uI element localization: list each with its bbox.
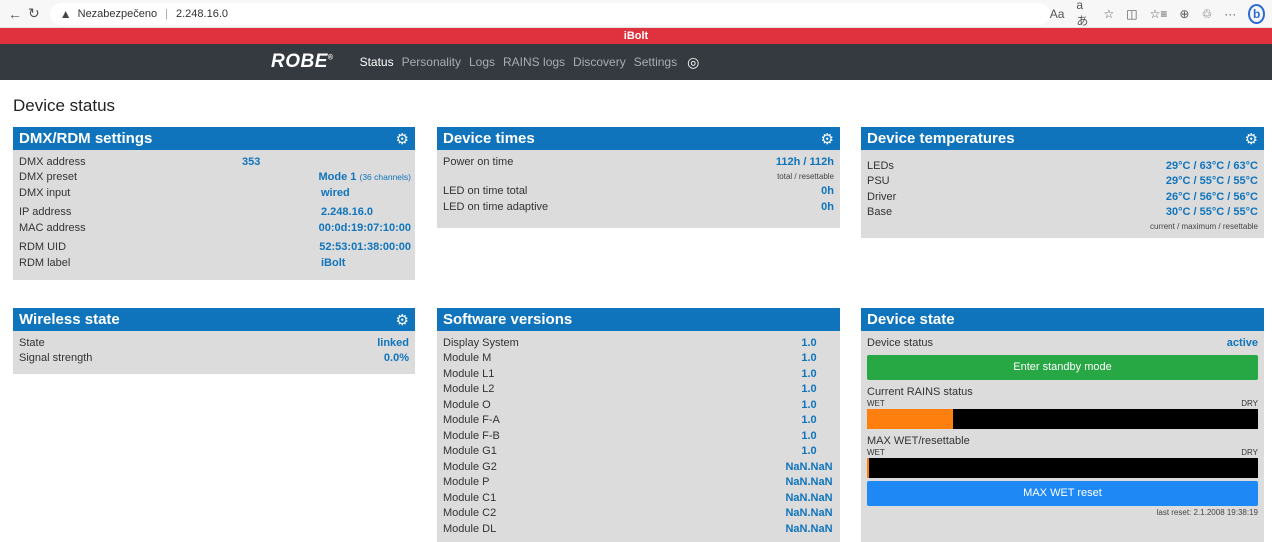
main-nav: ROBE® Status Personality Logs RAINS logs… xyxy=(0,44,1272,80)
reload-icon[interactable]: ↻ xyxy=(28,5,40,22)
gear-icon[interactable]: ⚙ xyxy=(1245,130,1258,148)
address-separator: | xyxy=(165,7,168,20)
software-row: Module M 1.0 xyxy=(443,352,817,365)
eye-icon[interactable]: ◎ xyxy=(687,54,699,71)
temps-note: current / maximum / resettable xyxy=(1149,222,1258,231)
back-arrow-icon[interactable]: ← xyxy=(8,6,22,22)
dmx-row-rdm-uid: RDM UID 52:53:01:38:00:00 xyxy=(19,241,411,254)
nav-status[interactable]: Status xyxy=(360,55,394,69)
nav-logs[interactable]: Logs xyxy=(469,55,495,69)
temp-row-leds: LEDs 29°C / 63°C / 63°C xyxy=(867,159,1258,172)
times-panel-header: Device times ⚙ xyxy=(437,127,840,150)
software-row: Module P NaN.NaN xyxy=(443,476,833,489)
software-row: Module G2 NaN.NaN xyxy=(443,460,833,473)
collections-icon[interactable]: ⊕ xyxy=(1179,7,1189,21)
temps-panel-title: Device temperatures xyxy=(867,130,1015,147)
temps-panel-header: Device temperatures ⚙ xyxy=(861,127,1264,150)
gear-icon[interactable]: ⚙ xyxy=(396,130,409,148)
read-aloud-icon[interactable]: Aa xyxy=(1050,7,1065,21)
page-title: Device status xyxy=(13,96,116,115)
dmx-row-input: DMX input wired xyxy=(19,186,350,199)
gear-icon[interactable]: ⚙ xyxy=(396,311,409,329)
software-row: Module L1 1.0 xyxy=(443,367,817,380)
software-row: Module DL NaN.NaN xyxy=(443,522,833,535)
software-panel: Software versions Display System 1.0 Modul… xyxy=(437,308,840,542)
nav-personality[interactable]: Personality xyxy=(402,55,461,69)
nav-settings[interactable]: Settings xyxy=(634,55,677,69)
software-row: Module G1 1.0 xyxy=(443,445,817,458)
split-screen-icon[interactable]: ◫ xyxy=(1126,7,1137,21)
bing-icon[interactable]: b xyxy=(1248,3,1266,24)
device-name-bar: iBolt xyxy=(0,28,1272,44)
software-row: Module O 1.0 xyxy=(443,398,817,411)
rains-scale: WET DRY xyxy=(867,398,1258,408)
nav-rains-logs[interactable]: RAINS logs xyxy=(503,55,565,69)
dmx-panel-title: DMX/RDM settings xyxy=(19,130,153,147)
times-panel: Device times ⚙ Power on time 112h / 112h … xyxy=(437,127,840,228)
led-total-row: LED on time total 0h xyxy=(443,185,834,198)
max-wet-bar xyxy=(867,457,1258,478)
power-on-row: Power on time 112h / 112h xyxy=(443,155,834,168)
power-on-note: total / resettable xyxy=(777,171,834,181)
max-wet-label: MAX WET/resettable xyxy=(867,434,970,447)
browser-toolbar: ← ↻ ▲ Nezabezpečeno | 2.248.16.0 Aa aあ ☆… xyxy=(0,0,1272,28)
wireless-panel-title: Wireless state xyxy=(19,311,120,328)
software-panel-title: Software versions xyxy=(443,311,573,328)
favorites-icon[interactable]: ☆≡ xyxy=(1150,7,1168,21)
rains-fill xyxy=(867,408,954,429)
dmx-row-preset: DMX preset Mode 1 (36 channels) xyxy=(19,171,411,184)
dmx-row-address: DMX address 353 xyxy=(19,155,261,168)
dmx-row-ip: IP address 2.248.16.0 xyxy=(19,206,373,219)
led-adaptive-row: LED on time adaptive 0h xyxy=(443,200,834,213)
last-reset-text: last reset: 2.1.2008 19:38:19 xyxy=(1156,507,1258,517)
standby-button[interactable]: Enter standby mode xyxy=(867,354,1258,380)
rains-bar xyxy=(867,408,1258,429)
max-wet-scale: WET DRY xyxy=(867,447,1258,457)
max-wet-fill xyxy=(867,457,870,478)
warning-icon: ▲ xyxy=(59,6,72,21)
temp-row-driver: Driver 26°C / 56°C / 56°C xyxy=(867,190,1258,203)
temps-panel: Device temperatures ⚙ LEDs 29°C / 63°C / … xyxy=(861,127,1264,238)
wireless-panel: Wireless state ⚙ State linked Signal stre… xyxy=(13,308,415,374)
software-row: Module F-A 1.0 xyxy=(443,414,817,427)
dmx-panel: DMX/RDM settings ⚙ DMX address 353 DMX pr… xyxy=(13,127,415,280)
robe-logo: ROBE® xyxy=(271,51,334,72)
wireless-row-signal: Signal strength 0.0% xyxy=(19,352,409,365)
software-row: Module L2 1.0 xyxy=(443,383,817,396)
more-icon[interactable]: ··· xyxy=(1224,7,1236,21)
dmx-row-mac: MAC address 00:0d:19:07:10:00 xyxy=(19,221,411,234)
software-row: Module C2 NaN.NaN xyxy=(443,507,833,520)
address-bar[interactable]: ▲ Nezabezpečeno | 2.248.16.0 xyxy=(49,2,1050,25)
state-panel: Device state Device status active Enter s… xyxy=(861,308,1264,542)
favorite-star-icon[interactable]: ☆ xyxy=(1104,7,1115,21)
software-panel-header: Software versions xyxy=(437,308,840,331)
max-wet-reset-button[interactable]: MAX WET reset xyxy=(867,480,1258,506)
url-text: 2.248.16.0 xyxy=(176,7,228,20)
extensions-icon[interactable]: ♲ xyxy=(1201,7,1212,21)
dmx-row-rdm-label: RDM label iBolt xyxy=(19,256,346,269)
state-panel-title: Device state xyxy=(867,311,955,328)
software-row: Module C1 NaN.NaN xyxy=(443,491,833,504)
nav-discovery[interactable]: Discovery xyxy=(573,55,626,69)
times-panel-title: Device times xyxy=(443,130,535,147)
translate-icon[interactable]: aあ xyxy=(1076,0,1091,29)
temp-row-psu: PSU 29°C / 55°C / 55°C xyxy=(867,175,1258,188)
rains-label: Current RAINS status xyxy=(867,385,973,398)
state-panel-header: Device state xyxy=(861,308,1264,331)
security-status: Nezabezpečeno xyxy=(77,7,158,20)
temp-row-base: Base 30°C / 55°C / 55°C xyxy=(867,206,1258,219)
gear-icon[interactable]: ⚙ xyxy=(821,130,834,148)
device-status-row: Device status active xyxy=(867,336,1258,349)
software-row: Module F-B 1.0 xyxy=(443,429,817,442)
dmx-panel-header: DMX/RDM settings ⚙ xyxy=(13,127,415,150)
software-row: Display System 1.0 xyxy=(443,336,817,349)
wireless-row-state: State linked xyxy=(19,336,409,349)
wireless-panel-header: Wireless state ⚙ xyxy=(13,308,415,331)
browser-icons: Aa aあ ☆ ◫ ☆≡ ⊕ ♲ ··· b xyxy=(1050,0,1266,29)
